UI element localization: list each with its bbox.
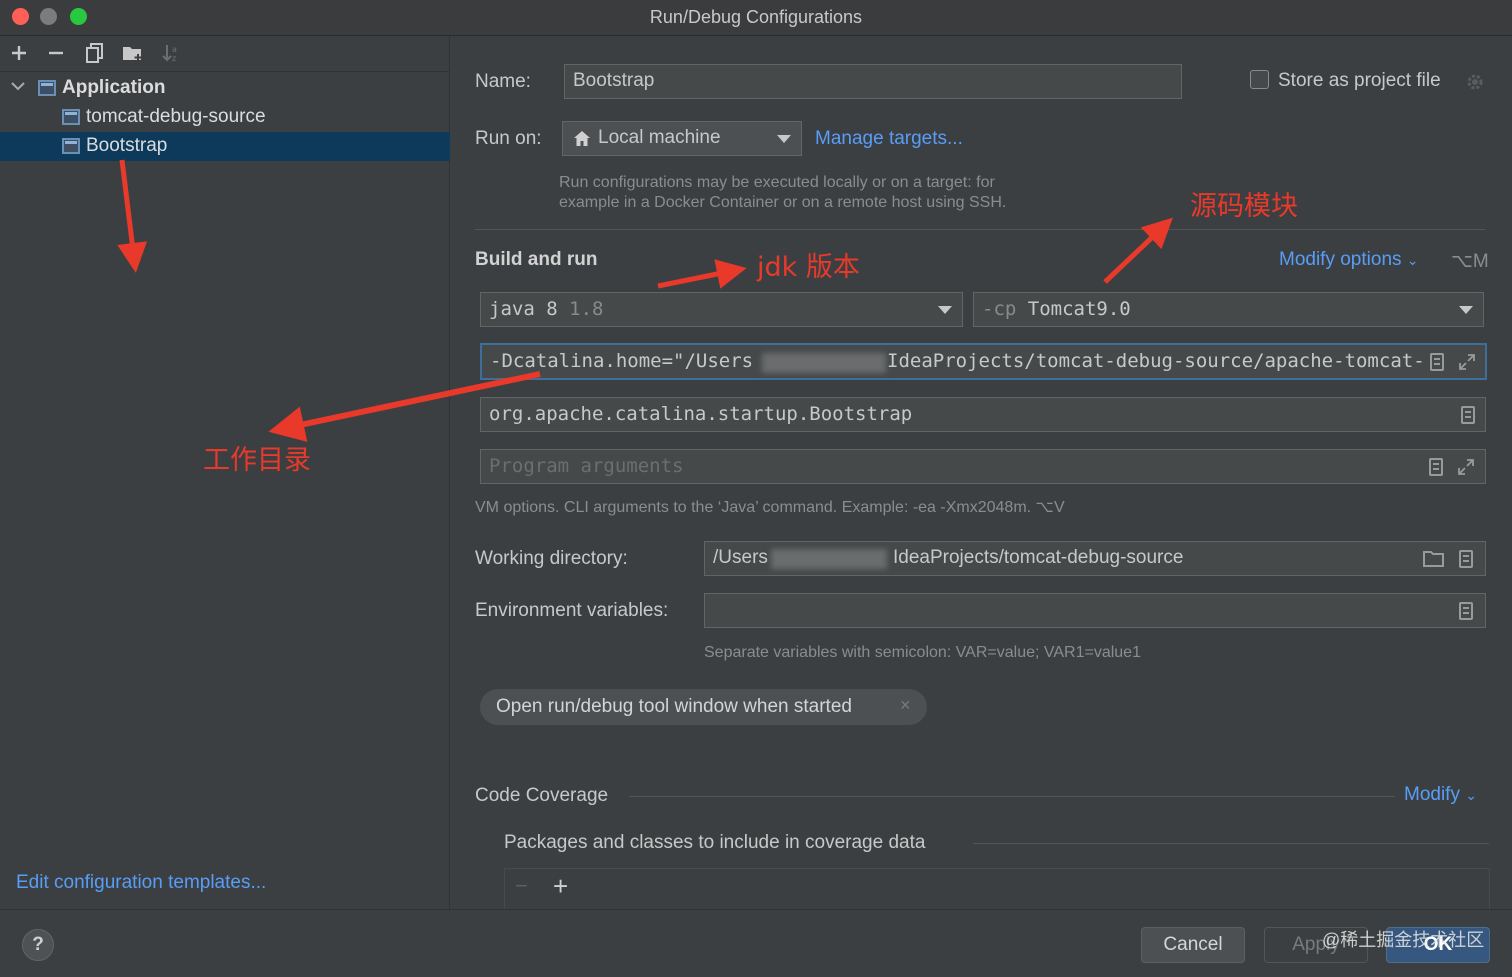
environment-variables-field[interactable] — [704, 593, 1486, 628]
cp-prefix: -cp — [982, 298, 1017, 320]
chevron-down-icon — [1459, 306, 1473, 314]
dialog-button-bar: ? Cancel Apply OK @稀土掘金技术社区 — [0, 909, 1512, 977]
chevron-down-icon[interactable] — [10, 78, 26, 94]
jdk-name: java — [489, 298, 535, 320]
name-field[interactable]: Bootstrap — [564, 64, 1182, 99]
tree-toolbar: az — [0, 36, 450, 72]
chevron-down-icon: ⌄ — [1406, 252, 1419, 268]
divider — [475, 229, 1485, 230]
vm-options-hint: VM options. CLI arguments to the ‘Java’ … — [475, 499, 1065, 516]
modify-options-link[interactable]: Modify options ⌄ — [1279, 249, 1419, 271]
run-on-label: Run on: — [475, 128, 542, 149]
main-class-field[interactable]: org.apache.catalina.startup.Bootstrap — [480, 397, 1486, 432]
main-class-value: org.apache.catalina.startup.Bootstrap — [489, 403, 913, 425]
cancel-button[interactable]: Cancel — [1141, 927, 1245, 963]
vm-options-end: IdeaProjects/tomcat-debug-source/apache-… — [887, 350, 1425, 372]
tree-item-label: Application — [62, 77, 166, 98]
cp-module: Tomcat9.0 — [1027, 298, 1131, 320]
modify-options-shortcut: ⌥M — [1451, 251, 1489, 272]
run-on-value: Local machine — [598, 127, 721, 148]
svg-text:z: z — [172, 54, 176, 63]
modify-options-label: Modify options — [1279, 249, 1402, 270]
run-on-hint-line-2: example in a Docker Container or on a re… — [559, 194, 1007, 211]
annotation-source-module: 源码模块 — [1190, 191, 1298, 222]
close-icon[interactable]: × — [900, 695, 911, 716]
document-icon[interactable] — [1459, 550, 1473, 568]
build-and-run-heading: Build and run — [475, 249, 598, 270]
coverage-list-toolbar: − + — [504, 868, 1490, 909]
application-icon — [38, 80, 56, 96]
expand-icon[interactable] — [1457, 352, 1477, 372]
svg-text:a: a — [172, 45, 177, 54]
redacted-username — [771, 549, 887, 569]
run-on-hint-line-1: Run configurations may be executed local… — [559, 174, 995, 191]
application-config-icon — [62, 109, 80, 125]
chip-label: Open run/debug tool window when started — [496, 696, 852, 717]
add-icon[interactable]: + — [553, 871, 568, 902]
code-coverage-heading: Code Coverage — [475, 785, 609, 806]
copy-icon[interactable] — [82, 40, 108, 66]
working-directory-field[interactable]: /Users IdeaProjects/tomcat-debug-source — [704, 541, 1486, 576]
remove-icon[interactable] — [43, 40, 69, 66]
tree-item-application[interactable]: Application — [0, 74, 450, 103]
name-label: Name: — [475, 71, 531, 92]
document-icon[interactable] — [1429, 458, 1443, 476]
tree-item-label: Bootstrap — [86, 135, 168, 156]
annotation-working-directory: 工作目录 — [203, 445, 311, 476]
chevron-down-icon — [938, 306, 952, 314]
annotation-jdk-version: jdk 版本 — [757, 252, 860, 283]
divider — [973, 843, 1489, 844]
application-config-icon — [62, 138, 80, 154]
configuration-form: Name: Bootstrap Store as project file Ru… — [451, 36, 1512, 909]
add-icon[interactable] — [6, 40, 32, 66]
document-icon[interactable] — [1459, 602, 1473, 620]
program-arguments-field[interactable]: Program arguments — [480, 449, 1486, 484]
jdk-dropdown[interactable]: java 8 1.8 — [480, 292, 963, 327]
jdk-version: 8 — [546, 298, 558, 320]
sort-icon[interactable]: az — [158, 40, 184, 66]
program-arguments-placeholder: Program arguments — [489, 455, 684, 477]
redacted-username — [762, 353, 886, 373]
divider — [629, 796, 1395, 797]
name-value: Bootstrap — [573, 70, 655, 91]
tree-item-label: tomcat-debug-source — [86, 106, 266, 127]
modify-coverage-link[interactable]: Modify ⌄ — [1404, 784, 1477, 806]
manage-targets-link[interactable]: Manage targets... — [815, 128, 963, 150]
window-title: Run/Debug Configurations — [649, 7, 863, 27]
document-icon[interactable] — [1430, 353, 1444, 371]
store-as-project-file-label: Store as project file — [1278, 70, 1441, 91]
environment-variables-hint: Separate variables with semicolon: VAR=v… — [704, 644, 1141, 661]
tree-item-tomcat-debug-source[interactable]: tomcat-debug-source — [0, 103, 450, 132]
gear-icon[interactable] — [1465, 72, 1485, 92]
watermark: @稀土掘金技术社区 — [1322, 930, 1485, 950]
home-icon — [574, 131, 590, 146]
run-on-dropdown[interactable]: Local machine — [562, 121, 802, 156]
expand-icon[interactable] — [1456, 457, 1476, 477]
jdk-detail: 1.8 — [569, 298, 604, 320]
folder-icon[interactable] — [1423, 550, 1445, 568]
classpath-module-dropdown[interactable]: -cp Tomcat9.0 — [973, 292, 1484, 327]
title-bar: Run/Debug Configurations — [0, 0, 1512, 36]
chevron-down-icon: ⌄ — [1465, 787, 1477, 803]
tree-item-bootstrap[interactable]: Bootstrap — [0, 132, 450, 161]
working-directory-start: /Users — [713, 547, 768, 568]
remove-icon[interactable]: − — [515, 873, 528, 899]
open-tool-window-option-chip[interactable]: Open run/debug tool window when started … — [480, 689, 927, 725]
modify-label: Modify — [1404, 784, 1460, 805]
new-folder-icon[interactable] — [120, 40, 146, 66]
coverage-packages-label: Packages and classes to include in cover… — [504, 832, 926, 853]
working-directory-label: Working directory: — [475, 548, 628, 569]
vm-options-start: -Dcatalina.home="/Users — [490, 350, 754, 372]
edit-configuration-templates-link[interactable]: Edit configuration templates... — [16, 872, 266, 894]
environment-variables-label: Environment variables: — [475, 600, 669, 621]
vm-options-field[interactable]: -Dcatalina.home="/Users IdeaProjects/tom… — [480, 343, 1487, 380]
chevron-down-icon — [777, 135, 791, 143]
store-as-project-file-checkbox[interactable] — [1250, 70, 1269, 89]
help-button[interactable]: ? — [22, 929, 54, 961]
document-icon[interactable] — [1461, 406, 1475, 424]
working-directory-end: IdeaProjects/tomcat-debug-source — [893, 547, 1184, 568]
